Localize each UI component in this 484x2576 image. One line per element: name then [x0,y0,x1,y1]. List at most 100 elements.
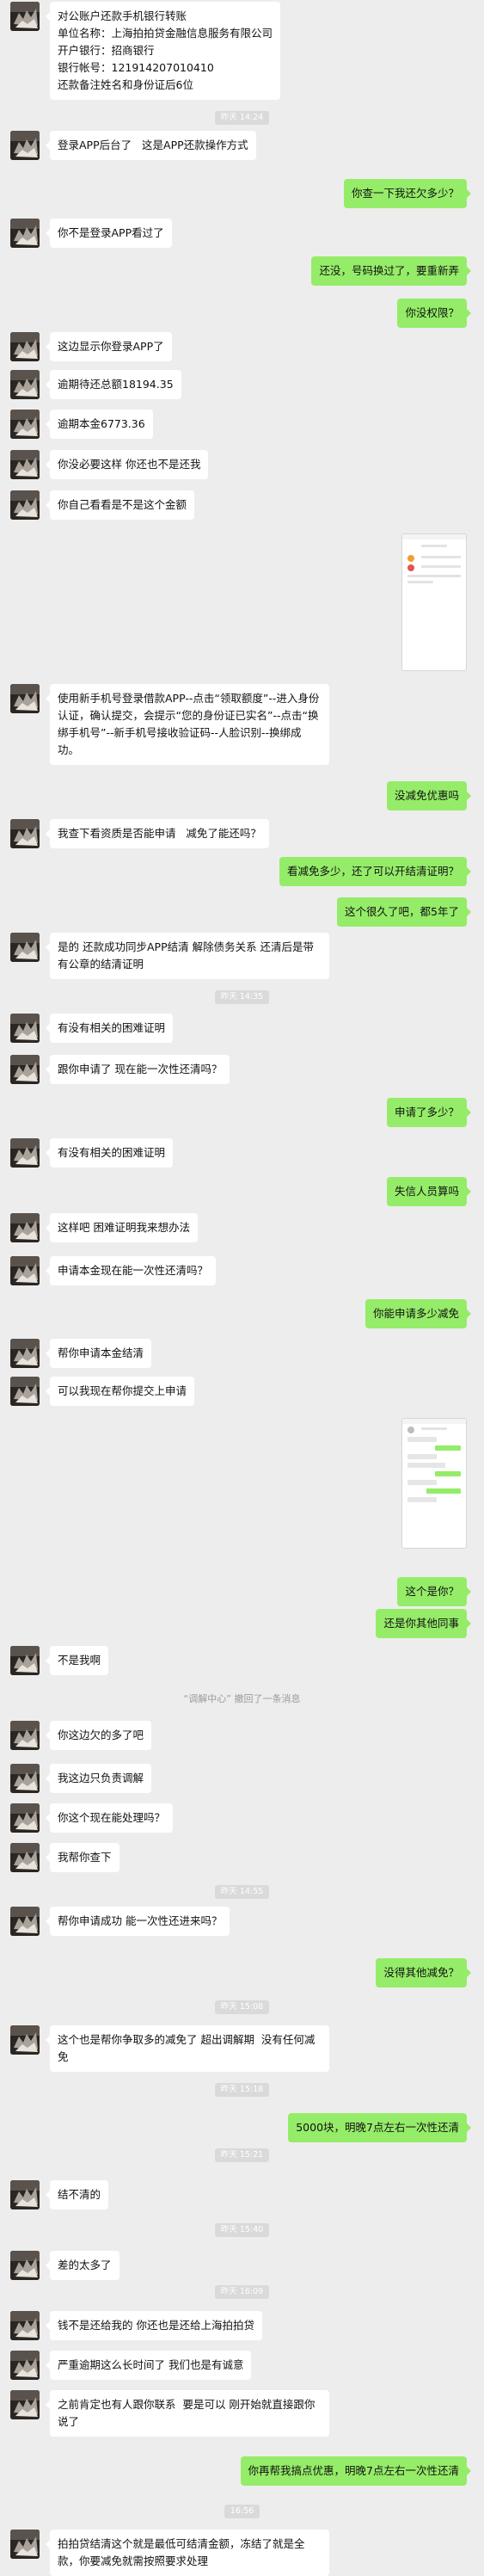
image-message[interactable] [401,533,467,671]
avatar[interactable] [10,1721,40,1750]
incoming-message-bubble[interactable]: 我帮你查下 [46,1843,119,1872]
avatar[interactable] [10,1843,40,1872]
outgoing-message-bubble[interactable]: 看减免多少，还了可以开结清证明？ [279,857,472,886]
incoming-message-bubble[interactable]: 使用新手机号登录借款APP--点击“领取额度”--进入身份认证，确认提交，会提示… [46,684,329,765]
outgoing-message-bubble[interactable]: 你能申请多少减免 [365,1299,472,1328]
avatar-image [10,2351,40,2380]
avatar-image [10,819,40,848]
outgoing-message-bubble[interactable]: 没减免优惠吗 [386,781,472,810]
outgoing-message-bubble[interactable]: 你查一下我还欠多少？ [343,179,472,208]
avatar-image [10,2530,40,2559]
outgoing-message-bubble[interactable]: 申请了多少？ [386,1098,472,1127]
avatar-image [10,1907,40,1936]
incoming-message-bubble[interactable]: 对公账户还款手机银行转账 单位名称：上海拍拍贷金融信息服务有限公司 开户银行：招… [45,2,281,100]
outgoing-message-bubble[interactable]: 还是你其他同事 [376,1609,471,1638]
incoming-message-bubble[interactable]: 这样吧 困难证明我来想办法 [46,1213,198,1242]
incoming-message-bubble[interactable]: 是的 还款成功同步APP结清 解除债务关系 还清后是带有公章的结清证明 [46,933,329,979]
incoming-message-bubble[interactable]: 有没有相关的困难证明 [45,1138,174,1168]
outgoing-message-bubble[interactable]: 这个很久了吧，都5年了 [337,897,471,927]
incoming-message-bubble[interactable]: 钱不是还给我的 你还也是还给上海拍拍贷 [46,2311,262,2340]
avatar-image [10,370,40,399]
avatar[interactable] [10,131,40,160]
incoming-message-bubble[interactable]: 你没必要这样 你还也不是还我 [45,450,209,479]
avatar[interactable] [10,219,40,248]
outgoing-message-bubble[interactable]: 这个是你？ [397,1577,471,1606]
timestamp-label: 昨天 14:55 [214,1885,270,1899]
incoming-message-bubble[interactable]: 登录APP后台了 这是APP还款操作方式 [46,131,256,160]
avatar[interactable] [10,1377,40,1406]
timestamp-label: 昨天 14:35 [214,990,270,1004]
avatar[interactable] [10,2025,40,2055]
avatar[interactable] [10,2251,40,2280]
incoming-message-bubble[interactable]: 之前肯定也有人跟你联系 要是可以 刚开始就直接跟你说了 [46,2390,329,2437]
avatar[interactable] [10,1339,40,1368]
avatar-image [10,684,40,713]
avatar[interactable] [10,410,40,439]
avatar[interactable] [10,370,40,399]
avatar-image [10,1803,40,1833]
incoming-message-bubble[interactable]: 你自己看看是不是这个金额 [45,490,195,520]
incoming-message-bubble[interactable]: 拍拍贷结清这个就是最低可结清金额，冻结了就是全款，你要减免就需按照要求处理 [46,2530,329,2576]
timestamp: 昨天 15:40 [0,2222,484,2237]
incoming-message-bubble[interactable]: 我查下看资质是否能申请 减免了能还吗？ [46,819,269,848]
avatar[interactable] [10,933,40,962]
incoming-message-bubble[interactable]: 可以我现在帮你提交上申请 [45,1377,195,1406]
avatar[interactable] [10,2180,40,2209]
avatar[interactable] [10,1803,40,1833]
recall-notice: “调解中心” 撤回了一条消息 [183,1693,301,1704]
incoming-message-bubble[interactable]: 这个也是帮你争取多的减免了 超出调解期 没有任何减免 [46,2025,329,2072]
outgoing-message-bubble[interactable]: 还没，号码换过了，要重新弄 [311,256,471,286]
incoming-message-bubble[interactable]: 跟你申请了 现在能一次性还清吗？ [45,1055,230,1084]
avatar[interactable] [10,1213,40,1242]
avatar-image [10,933,40,962]
incoming-message-bubble[interactable]: 我这边只负责调解 [45,1764,152,1793]
incoming-message-bubble[interactable]: 你这个现在能处理吗？ [45,1803,174,1833]
incoming-message-bubble[interactable]: 有没有相关的困难证明 [45,1014,174,1043]
incoming-message-bubble[interactable]: 申请本金现在能一次性还清吗？ [45,1256,217,1285]
avatar-image [10,219,40,248]
avatar[interactable] [10,2351,40,2380]
incoming-message-bubble[interactable]: 差的太多了 [46,2251,119,2280]
incoming-message-bubble[interactable]: 不是我啊 [45,1646,109,1675]
avatar[interactable] [10,1014,40,1043]
incoming-message-bubble[interactable]: 逾期待还总额18194.35 [46,370,181,399]
avatar[interactable] [10,684,40,713]
avatar[interactable] [10,1055,40,1084]
avatar[interactable] [10,2530,40,2559]
avatar[interactable] [10,819,40,848]
image-message[interactable] [401,1418,467,1549]
incoming-message-bubble[interactable]: 逾期本金6773.36 [46,410,153,439]
avatar[interactable] [10,1138,40,1168]
incoming-message-bubble[interactable]: 你这边欠的多了吧 [45,1721,152,1750]
avatar-image [10,1646,40,1675]
incoming-message-bubble[interactable]: 这边显示你登录APP了 [46,332,172,361]
avatar[interactable] [10,450,40,479]
outgoing-message-bubble[interactable]: 失信人员算吗 [386,1177,472,1206]
timestamp-label: 昨天 15:21 [214,2148,270,2162]
outgoing-message-bubble[interactable]: 没得其他减免？ [376,1958,471,1987]
avatar-image [10,1055,40,1084]
avatar-image [10,1256,40,1285]
timestamp: 昨天 15:08 [0,2000,484,2014]
avatar[interactable] [10,2311,40,2340]
outgoing-message-bubble[interactable]: 你没权限？ [397,299,471,328]
avatar[interactable] [10,2,40,31]
avatar[interactable] [10,1764,40,1793]
outgoing-message-bubble[interactable]: 5000块，明晚7点左右一次性还清 [288,2113,471,2142]
incoming-message-bubble[interactable]: 结不清的 [45,2180,109,2209]
avatar[interactable] [10,332,40,361]
avatar[interactable] [10,1256,40,1285]
avatar[interactable] [10,1646,40,1675]
avatar[interactable] [10,2390,40,2419]
timestamp-label: 昨天 15:18 [214,2083,270,2097]
avatar[interactable] [10,490,40,520]
incoming-message-bubble[interactable]: 严重逾期这么长时间了 我们也是有诚意 [45,2351,252,2380]
timestamp: 昨天 15:18 [0,2082,484,2097]
incoming-message-bubble[interactable]: 帮你申请成功 能一次性还进来吗？ [45,1907,230,1936]
avatar-image [10,131,40,160]
incoming-message-bubble[interactable]: 你不是登录APP看过了 [46,219,172,248]
incoming-message-bubble[interactable]: 帮你申请本金结清 [45,1339,152,1368]
avatar[interactable] [10,1907,40,1936]
outgoing-message-bubble[interactable]: 你再帮我搞点优惠，明晚7点左右一次性还清 [240,2456,472,2486]
timestamp: 昨天 14:55 [0,1884,484,1899]
